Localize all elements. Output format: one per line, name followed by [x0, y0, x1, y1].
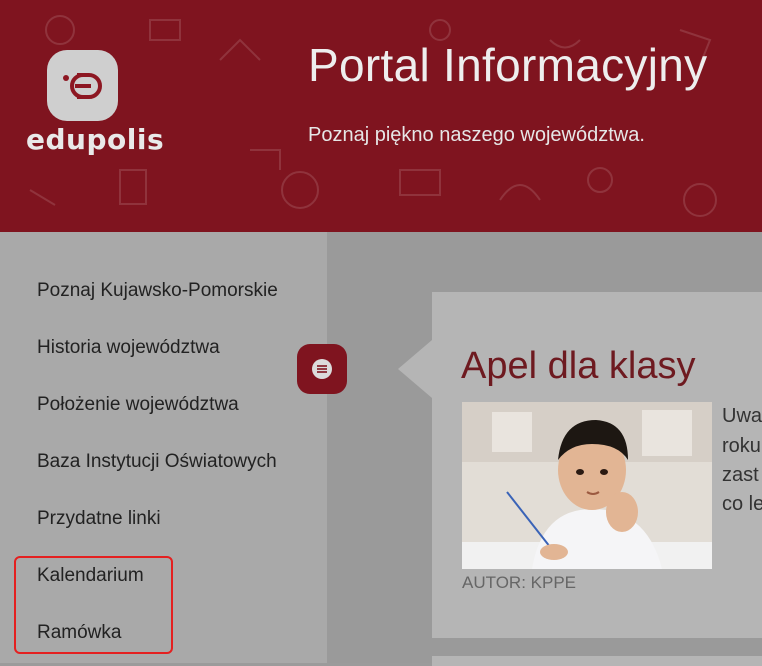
page-title: Portal Informacyjny — [308, 39, 708, 91]
sidebar-item-baza[interactable]: Baza Instytucji Oświatowych — [37, 451, 277, 473]
article-image[interactable] — [462, 402, 712, 569]
sidebar-item-linki[interactable]: Przydatne linki — [37, 508, 161, 530]
chat-button[interactable] — [297, 344, 347, 394]
chat-bubble-icon — [312, 359, 332, 379]
page-subtitle: Poznaj piękno naszego województwa. — [308, 124, 645, 146]
logo-text[interactable]: edupolis — [26, 123, 164, 156]
article-title[interactable]: Apel dla klasy — [461, 345, 695, 388]
sidebar-item-poznaj[interactable]: Poznaj Kujawsko-Pomorskie — [37, 280, 278, 302]
sidebar-item-polozenie[interactable]: Położenie województwa — [37, 394, 239, 416]
article-excerpt-line: zast — [722, 464, 759, 486]
site-header: edupolis Portal Informacyjny Poznaj pięk… — [0, 0, 762, 232]
doodle-pattern — [29, 15, 717, 217]
card-pointer — [398, 340, 432, 398]
article-card-next[interactable] — [432, 656, 762, 666]
edupolis-logo-icon[interactable] — [47, 50, 118, 121]
article-author: AUTOR: KPPE — [462, 573, 576, 592]
article-excerpt-line: roku — [722, 435, 761, 457]
highlight-box — [14, 556, 173, 654]
article-excerpt-line: Uwa — [722, 405, 762, 427]
article-excerpt-line: co le — [722, 493, 762, 515]
sidebar-item-historia[interactable]: Historia województwa — [37, 337, 220, 359]
